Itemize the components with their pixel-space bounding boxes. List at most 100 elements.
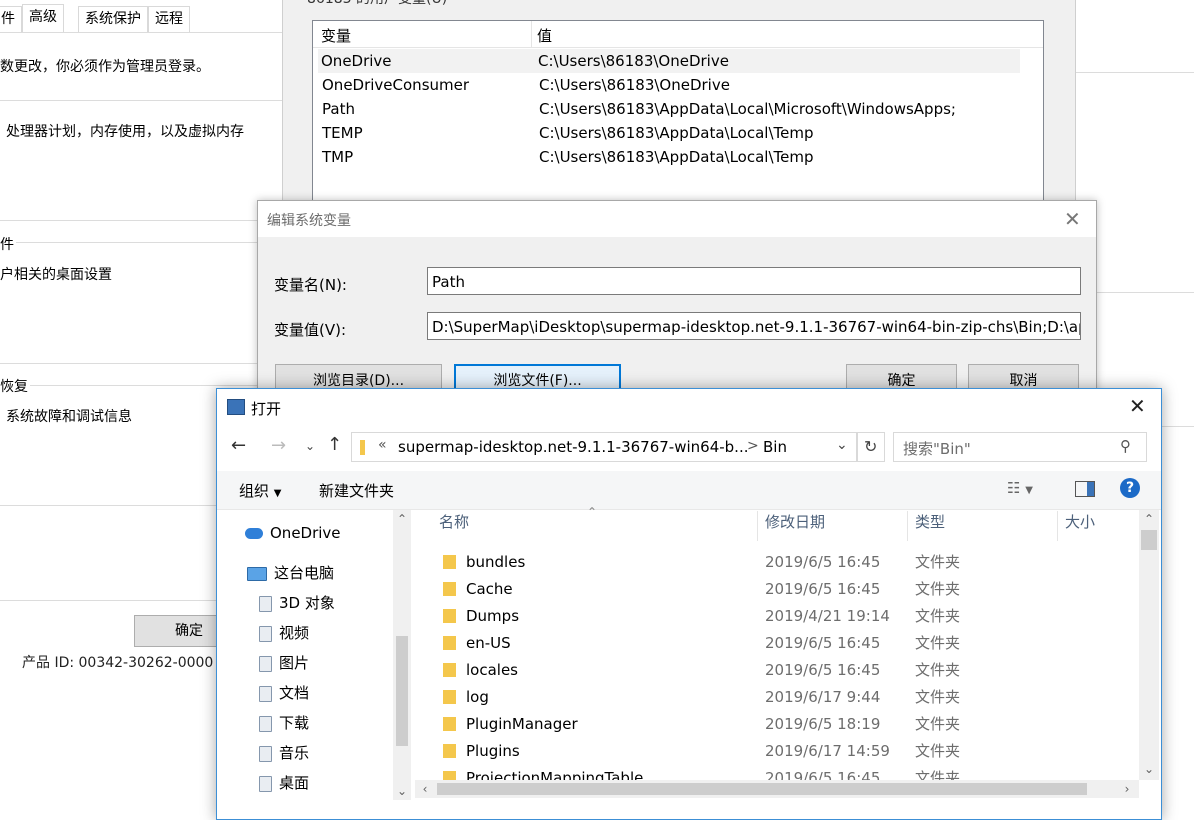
scroll-up-icon[interactable]: ⌃ [396, 512, 408, 526]
env-variable-name: Path [322, 100, 355, 118]
nav-item[interactable]: 视频 [259, 618, 309, 648]
tab-label: 远程 [155, 11, 183, 27]
recent-locations-chevron-icon[interactable]: ⌄ [305, 439, 315, 453]
file-list-scroll-thumb[interactable] [1141, 530, 1157, 550]
nav-scroll-thumb[interactable] [396, 636, 408, 746]
file-row[interactable]: log 2019/6/17 9:44 文件夹 [439, 684, 1139, 711]
folder-icon [443, 717, 456, 731]
nav-item-label: 图片 [279, 654, 310, 672]
folder-icon [443, 663, 456, 677]
up-arrow-icon[interactable]: ↑ [327, 434, 342, 455]
search-input[interactable]: 搜索"Bin" ⚲ [893, 432, 1147, 462]
horizontal-scroll-thumb[interactable] [437, 783, 1087, 795]
refresh-button[interactable]: ↻ [857, 432, 885, 462]
nav-item[interactable]: 图片 [259, 648, 309, 678]
folder-icon [360, 440, 365, 455]
breadcrumb-parent[interactable]: supermap-idesktop.net-9.1.1-36767-win64-… [398, 438, 749, 456]
folder-icon [443, 636, 456, 650]
column-variable[interactable]: 变量 [321, 25, 351, 46]
nav-item-label: 桌面 [279, 774, 310, 792]
breadcrumb-current[interactable]: Bin [763, 438, 787, 456]
close-icon[interactable]: ✕ [1064, 207, 1081, 231]
variable-name-label: 变量名(N): [274, 276, 347, 294]
scroll-down-icon[interactable]: ⌄ [1143, 762, 1155, 776]
forward-arrow-icon[interactable]: → [271, 435, 286, 456]
nav-item[interactable]: 文档 [259, 678, 309, 708]
edit-dialog-title: 编辑系统变量 [267, 213, 351, 229]
organize-label: 组织 [239, 482, 270, 500]
navigation-pane: OneDrive 这台电脑 3D 对象 视频图片文档下载 音乐桌面 [217, 510, 413, 820]
refresh-icon: ↻ [864, 437, 878, 456]
nav-item[interactable]: 3D 对象 [259, 588, 335, 618]
nav-item-label: OneDrive [270, 524, 341, 542]
edit-system-variable-dialog: 编辑系统变量 ✕ 变量名(N): Path 变量值(V): D:\SuperMa… [257, 200, 1097, 402]
nav-item[interactable]: 桌面 [259, 768, 309, 798]
close-icon[interactable]: ✕ [1129, 394, 1146, 418]
view-options-icon[interactable]: ☷ ▼ [1007, 479, 1033, 497]
scroll-up-icon[interactable]: ⌃ [1143, 512, 1155, 526]
file-date: 2019/6/5 16:45 [765, 580, 881, 598]
scroll-down-icon[interactable]: ⌄ [396, 784, 408, 798]
downloads-icon [259, 714, 272, 732]
scroll-right-icon[interactable]: › [1121, 782, 1133, 796]
nav-item[interactable]: 音乐 [259, 738, 309, 768]
tab-remote[interactable]: 远程 [148, 6, 190, 32]
user-variables-list[interactable]: 变量 值 OneDrive C:\Users\86183\OneDrive OneD… [312, 20, 1044, 222]
variable-value-field[interactable]: D:\SuperMap\iDesktop\supermap-idesktop.n… [427, 312, 1081, 340]
env-variable-value: C:\Users\86183\AppData\Local\Temp [539, 148, 814, 166]
env-variable-row[interactable]: TEMP C:\Users\86183\AppData\Local\Temp [319, 121, 1019, 145]
variable-name-field[interactable]: Path [427, 267, 1081, 295]
tab-advanced[interactable]: 高级 [22, 4, 64, 33]
env-variable-row[interactable]: TMP C:\Users\86183\AppData\Local\Temp [319, 145, 1019, 169]
nav-item-label: 文档 [279, 684, 310, 702]
scroll-left-icon[interactable]: ‹ [419, 782, 431, 796]
nav-item[interactable]: OneDrive [245, 518, 341, 548]
env-variable-row[interactable]: OneDriveConsumer C:\Users\86183\OneDrive [319, 73, 1019, 97]
env-variable-value: C:\Users\86183\OneDrive [539, 76, 730, 94]
folder-icon [443, 744, 456, 758]
file-list-vertical-scrollbar[interactable]: ⌃ ⌄ [1139, 510, 1159, 780]
file-row[interactable]: Dumps 2019/4/21 19:14 文件夹 [439, 603, 1139, 630]
file-list-horizontal-scrollbar[interactable]: ‹ › [415, 780, 1139, 798]
file-row[interactable]: en-US 2019/6/5 16:45 文件夹 [439, 630, 1139, 657]
user-profiles-heading: 件 [0, 237, 14, 253]
folder-icon [443, 555, 456, 569]
breadcrumb-overflow[interactable]: « [378, 437, 387, 453]
help-icon[interactable]: ? [1120, 478, 1140, 498]
env-variable-row[interactable]: OneDrive C:\Users\86183\OneDrive [318, 49, 1020, 73]
address-bar[interactable]: « supermap-idesktop.net-9.1.1-36767-win6… [351, 432, 857, 462]
column-size[interactable]: 大小 [1065, 511, 1095, 532]
folder-icon [443, 690, 456, 704]
column-date-modified[interactable]: 修改日期 [765, 511, 825, 532]
startup-recovery-description: 系统故障和调试信息 [6, 409, 132, 425]
column-name[interactable]: 名称 [439, 511, 469, 532]
file-row[interactable]: bundles 2019/6/5 16:45 文件夹 [439, 549, 1139, 576]
column-value[interactable]: 值 [537, 25, 552, 46]
nav-scrollbar[interactable]: ⌃ ⌄ [393, 510, 411, 800]
file-name: Cache [466, 580, 513, 598]
nav-item[interactable]: 这台电脑 [247, 558, 334, 588]
nav-item[interactable]: 下载 [259, 708, 309, 738]
tab-partial[interactable]: 件 [0, 6, 22, 32]
back-arrow-icon[interactable]: ← [231, 435, 246, 456]
file-row[interactable]: Plugins 2019/6/17 14:59 文件夹 [439, 738, 1139, 765]
file-row[interactable]: PluginManager 2019/6/5 18:19 文件夹 [439, 711, 1139, 738]
file-row[interactable]: Cache 2019/6/5 16:45 文件夹 [439, 576, 1139, 603]
env-variable-name: OneDrive [321, 52, 392, 70]
preview-pane-icon[interactable] [1075, 481, 1095, 497]
file-type: 文件夹 [915, 553, 961, 571]
file-date: 2019/6/5 16:45 [765, 661, 881, 679]
address-dropdown-chevron-icon[interactable]: ⌄ [836, 437, 848, 453]
tab-system-protection[interactable]: 系统保护 [78, 6, 148, 32]
tab-label: 高级 [29, 9, 57, 25]
edit-dialog-titlebar[interactable]: 编辑系统变量 ✕ [258, 201, 1096, 237]
new-folder-button[interactable]: 新建文件夹 [319, 480, 394, 501]
file-row[interactable]: locales 2019/6/5 16:45 文件夹 [439, 657, 1139, 684]
env-variable-row[interactable]: Path C:\Users\86183\AppData\Local\Microso… [319, 97, 1019, 121]
search-placeholder: 搜索"Bin" [903, 440, 971, 458]
column-type[interactable]: 类型 [915, 511, 945, 532]
organize-menu[interactable]: 组织 ▼ [239, 480, 282, 501]
open-dialog-titlebar[interactable]: 打开 ✕ [217, 389, 1161, 425]
breadcrumb-separator[interactable]: > [747, 438, 759, 454]
file-date: 2019/6/17 9:44 [765, 688, 881, 706]
